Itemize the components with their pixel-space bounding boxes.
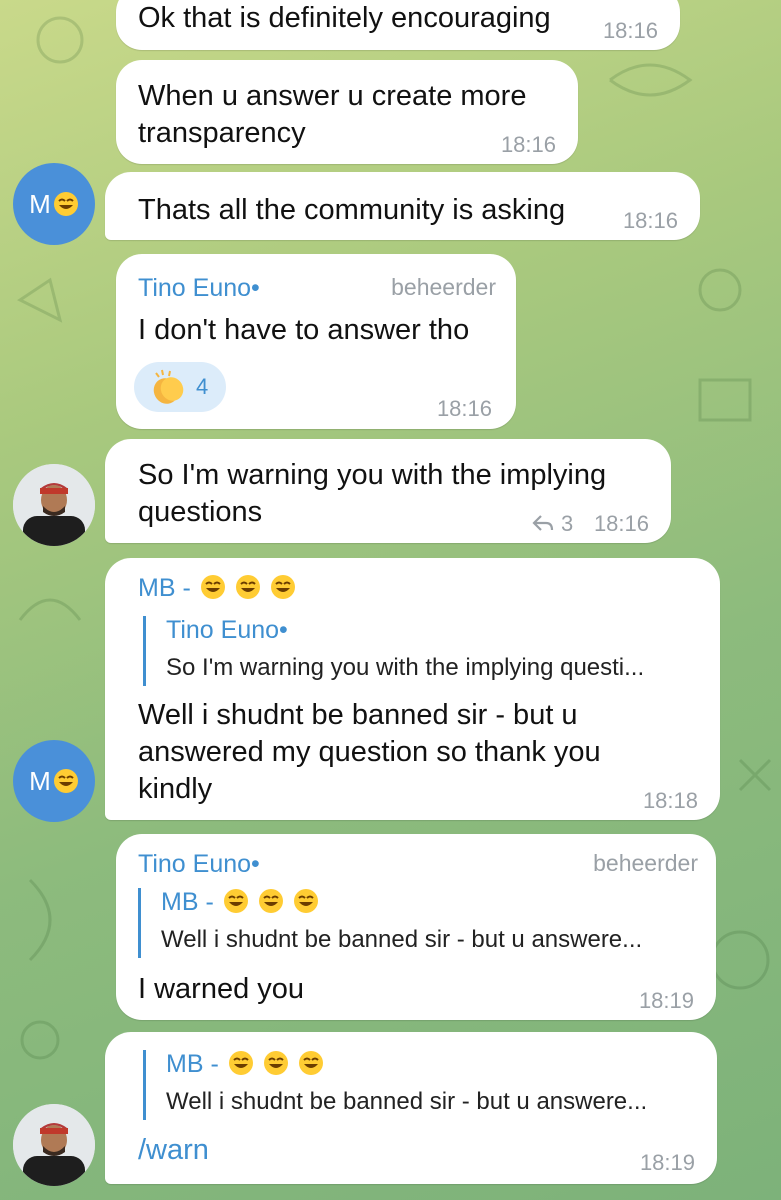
clapping-hands-icon bbox=[153, 369, 184, 404]
laugh-icon bbox=[298, 1051, 323, 1075]
message-time: 18:16 bbox=[500, 132, 556, 157]
profile-photo bbox=[13, 464, 95, 546]
message-bubble[interactable]: Ok that is definitely encouraging 18:16 bbox=[116, 0, 680, 50]
bot-command-link[interactable]: /warn bbox=[138, 1132, 209, 1169]
message-time: 18:16 bbox=[602, 18, 658, 43]
avatar-tino[interactable] bbox=[13, 464, 95, 546]
profile-photo bbox=[13, 1104, 95, 1186]
message-text-line: questions bbox=[138, 496, 263, 528]
reply-quote[interactable]: MB - Well i shudnt be banned sir - but u… bbox=[138, 888, 698, 958]
reaction-chip[interactable]: 4 bbox=[134, 362, 226, 412]
sender-name[interactable]: Tino Euno• bbox=[138, 850, 260, 879]
message-bubble[interactable]: MB - Tino Euno• So I'm warning you with … bbox=[105, 558, 720, 820]
laugh-icon bbox=[258, 889, 283, 913]
message-bubble[interactable]: When u answer u create more transparency… bbox=[116, 60, 578, 164]
quote-text: Well i shudnt be banned sir - but u answ… bbox=[166, 1088, 648, 1115]
reply-quote[interactable]: Tino Euno• So I'm warning you with the i… bbox=[143, 616, 698, 686]
message-bubble[interactable]: MB - Well i shudnt be banned sir - but u… bbox=[105, 1032, 717, 1184]
laugh-icon bbox=[270, 575, 295, 599]
laugh-icon bbox=[293, 889, 318, 913]
laugh-icon bbox=[53, 769, 78, 793]
message-text: Thats all the community is asking bbox=[138, 194, 566, 226]
message-text-line: When u answer u create more bbox=[138, 80, 527, 112]
message-time: 18:16 bbox=[436, 396, 492, 421]
quote-sender: Tino Euno• bbox=[166, 616, 288, 644]
quote-text: Well i shudnt be banned sir - but u answ… bbox=[161, 926, 643, 953]
message-text: I don't have to answer tho bbox=[138, 314, 470, 346]
laugh-icon bbox=[200, 575, 225, 599]
message-time: 18:16 bbox=[622, 208, 678, 233]
message-bubble[interactable]: Tino Euno• beheerder MB - Well i shudnt … bbox=[116, 834, 716, 1020]
message-text-line: kindly bbox=[138, 773, 213, 805]
quote-sender: MB - bbox=[161, 888, 319, 917]
laugh-icon bbox=[263, 1051, 288, 1075]
laugh-icon bbox=[235, 575, 260, 599]
sender-name[interactable]: MB - bbox=[138, 574, 296, 603]
admin-role-label: beheerder bbox=[391, 274, 496, 300]
message-bubble[interactable]: Thats all the community is asking 18:16 bbox=[105, 172, 700, 240]
message-time: 18:19 bbox=[638, 988, 694, 1013]
message-text-line: So I'm warning you with the implying bbox=[138, 459, 607, 491]
admin-role-label: beheerder bbox=[593, 850, 698, 876]
message-text-line: answered my question so thank you bbox=[138, 736, 601, 768]
reply-count[interactable]: 3 bbox=[561, 511, 573, 537]
message-text: Ok that is definitely encouraging bbox=[138, 2, 551, 34]
reply-quote[interactable]: MB - Well i shudnt be banned sir - but u… bbox=[143, 1050, 703, 1120]
avatar-mb[interactable]: M bbox=[13, 163, 95, 245]
quote-text: So I'm warning you with the implying que… bbox=[166, 654, 645, 681]
message-bubble[interactable]: Tino Euno• beheerder I don't have to ans… bbox=[116, 254, 516, 429]
laugh-icon bbox=[223, 889, 248, 913]
laugh-icon bbox=[228, 1051, 253, 1075]
reply-arrow-icon bbox=[532, 515, 554, 531]
message-text-line: transparency bbox=[138, 117, 306, 149]
message-text-line: Well i shudnt be banned sir - but u bbox=[138, 699, 578, 731]
message-time: 18:18 bbox=[642, 788, 698, 813]
avatar-tino[interactable] bbox=[13, 1104, 95, 1186]
reaction-count: 4 bbox=[196, 374, 209, 399]
message-time: 18:19 bbox=[639, 1150, 695, 1175]
message-time: 18:16 bbox=[593, 511, 649, 536]
avatar-mb[interactable]: M bbox=[13, 740, 95, 822]
sender-name[interactable]: Tino Euno• bbox=[138, 274, 260, 303]
message-text: I warned you bbox=[138, 973, 305, 1005]
message-bubble[interactable]: So I'm warning you with the implying que… bbox=[105, 439, 671, 543]
quote-sender: MB - bbox=[166, 1050, 324, 1079]
laugh-icon bbox=[53, 192, 78, 216]
